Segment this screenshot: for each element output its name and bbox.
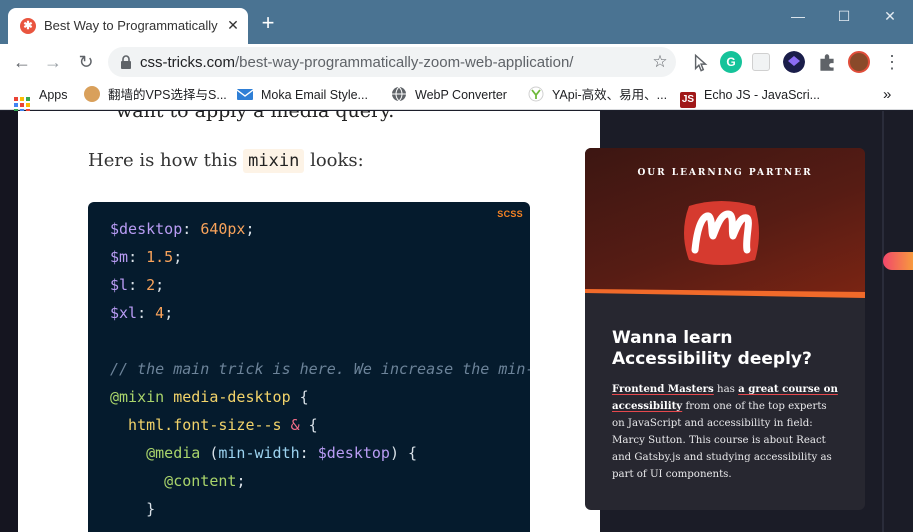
inline-code: mixin (243, 149, 305, 173)
bookmark-label: Echo JS - JavaScri... (704, 88, 821, 102)
code-line: $desktop: 640px; (110, 220, 255, 238)
scrollbar-thumb[interactable] (883, 252, 913, 270)
bookmarks-bar: Apps 翻墙的VPS选择与S... Moka Email Style... W… (0, 80, 913, 113)
cursor-extension-icon[interactable] (689, 52, 711, 74)
url-text[interactable]: css-tricks.com/best-way-programmatically… (140, 54, 573, 71)
bookmark-echojs[interactable]: JS Echo JS - JavaScri... (680, 86, 821, 108)
css-tricks-favicon-icon: ✱ (20, 18, 36, 34)
ad-headline: Wanna learn Accessibility deeply? (612, 328, 812, 369)
tab-title: Best Way to Programmatically (44, 18, 218, 33)
mail-icon (237, 89, 253, 100)
browser-titlebar: ✱ Best Way to Programmatically ✕ + — ☐ ✕ (0, 0, 913, 44)
page-gutter (0, 111, 18, 532)
puzzle-extensions-icon[interactable] (816, 51, 838, 73)
code-line: @mixin media-desktop { (110, 388, 309, 406)
code-line: } (110, 500, 156, 518)
code-block: SCSS $desktop: 640px; $m: 1.5; $l: 2; $x… (88, 202, 530, 532)
back-button[interactable]: ← (10, 50, 34, 74)
bookmark-label: Apps (39, 88, 68, 102)
web-page: want to apply a media query. Here is how… (0, 111, 913, 532)
bookmark-label: YApi-高效、易用、... (552, 88, 668, 102)
frontend-masters-logo-icon (684, 201, 759, 265)
code-line: html.font-size--s & { (110, 416, 318, 434)
ad-kicker: OUR LEARNING PARTNER (637, 168, 813, 178)
minimize-button[interactable]: — (786, 6, 810, 26)
code-line: @content; (110, 472, 246, 490)
grid-extension-icon[interactable] (752, 53, 770, 71)
address-bar[interactable]: css-tricks.com/best-way-programmatically… (108, 47, 676, 77)
browser-menu-icon[interactable]: ⋮ (880, 50, 904, 74)
bookmark-vps[interactable]: 翻墙的VPS选择与S... (84, 86, 227, 104)
paragraph-text: Here is how this (88, 150, 244, 171)
article-text-cut: want to apply a media query. (116, 111, 395, 122)
bookmark-yapi[interactable]: YApi-高效、易用、... (528, 86, 667, 104)
code-line: $m: 1.5; (110, 248, 183, 266)
article-paragraph: Here is how this mixin looks: (88, 149, 364, 173)
article-content: want to apply a media query. Here is how… (18, 111, 600, 532)
ad-body-text: has (713, 384, 739, 395)
ad-divider-band (585, 289, 865, 302)
yapi-icon (528, 86, 544, 102)
code-language-tag: SCSS (497, 209, 523, 219)
echojs-icon: JS (680, 92, 696, 108)
profile-avatar[interactable] (848, 51, 870, 73)
browser-toolbar: ← → ↻ css-tricks.com/best-way-programmat… (0, 44, 913, 80)
maximize-button[interactable]: ☐ (832, 6, 856, 26)
learning-partner-ad[interactable]: OUR LEARNING PARTNER Wanna learn Accessi… (585, 148, 865, 510)
reload-button[interactable]: ↻ (74, 50, 98, 74)
frontend-masters-link[interactable]: Frontend Masters (612, 383, 714, 395)
paragraph-text: looks: (304, 150, 364, 171)
lock-icon (121, 55, 131, 69)
bookmark-label: 翻墙的VPS选择与S... (108, 88, 227, 102)
bookmark-webp-converter[interactable]: WebP Converter (391, 86, 507, 104)
tab-close-icon[interactable]: ✕ (224, 16, 242, 34)
close-window-button[interactable]: ✕ (878, 6, 902, 26)
ad-body-text: from one of the top experts on JavaScrip… (612, 401, 832, 480)
forward-button[interactable]: → (41, 50, 65, 74)
scrollbar-track[interactable] (882, 111, 884, 532)
browser-tab-active[interactable]: ✱ Best Way to Programmatically ✕ (8, 8, 248, 44)
avatar-icon (84, 86, 100, 102)
url-host: css-tricks.com (140, 54, 235, 71)
code-line: // the main trick is here. We increase t… (110, 360, 530, 378)
bookmark-label: Moka Email Style... (261, 88, 368, 102)
bookmark-label: WebP Converter (415, 88, 507, 102)
bookmarks-overflow-button[interactable]: » (883, 86, 891, 104)
bookmark-moka-email[interactable]: Moka Email Style... (237, 86, 368, 104)
code-line: $xl: 4; (110, 304, 174, 322)
url-path: /best-way-programmatically-zoom-web-appl… (235, 54, 574, 71)
bookmark-star-icon[interactable]: ☆ (650, 52, 670, 72)
code-line: $l: 2; (110, 276, 165, 294)
stacks-extension-icon[interactable] (783, 51, 805, 73)
grammarly-extension-icon[interactable]: G (720, 51, 742, 73)
ad-body: Frontend Masters has a great course on a… (612, 381, 842, 483)
code-line: @media (min-width: $desktop) { (110, 444, 418, 462)
bookmark-apps[interactable]: Apps (14, 86, 68, 113)
new-tab-button[interactable]: + (258, 12, 278, 34)
globe-icon (392, 86, 406, 102)
